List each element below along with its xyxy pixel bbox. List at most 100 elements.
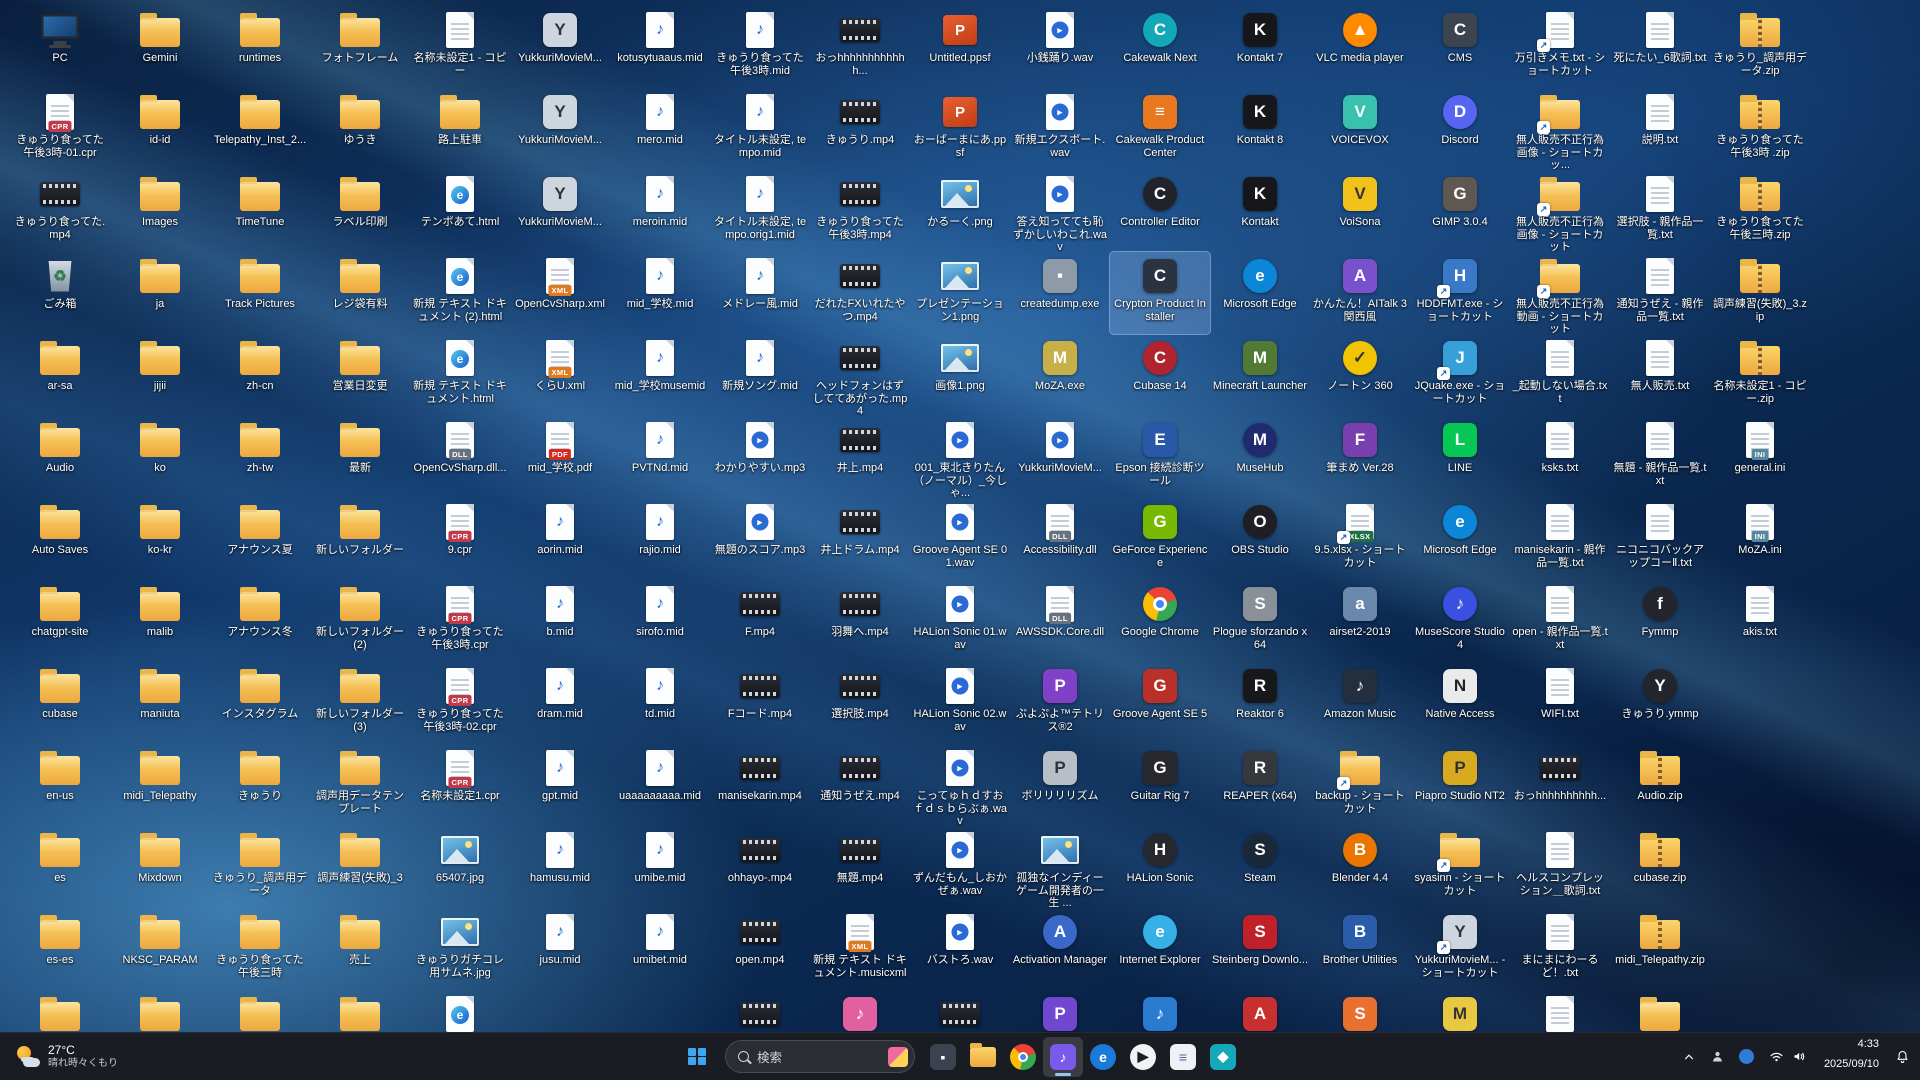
desktop-icon[interactable]: 新規エクスポート.wav <box>1010 88 1110 170</box>
desktop-icon[interactable]: jijii <box>110 334 210 416</box>
desktop-icon[interactable]: プレゼンテーション1.png <box>910 252 1010 334</box>
desktop-icon[interactable]: mero.mid <box>610 88 710 170</box>
desktop-icon[interactable]: 無題 - 親作品一覧.txt <box>1610 416 1710 498</box>
desktop-icon[interactable]: Y YukkuriMovieM... <box>510 170 610 252</box>
desktop-icon[interactable]: zh-cn <box>210 334 310 416</box>
desktop-icon[interactable]: runtimes <box>210 6 310 88</box>
desktop-icon[interactable]: HALion Sonic 01.wav <box>910 580 1010 662</box>
desktop-icon[interactable]: C CMS <box>1410 6 1510 88</box>
desktop-icon[interactable]: M Minecraft Launcher <box>1210 334 1310 416</box>
desktop-icon[interactable]: O OBS Studio <box>1210 498 1310 580</box>
desktop-icon[interactable]: Auto Saves <box>10 498 110 580</box>
desktop-icon[interactable]: ohhayo-.mp4 <box>710 826 810 908</box>
desktop-icon[interactable]: Fコード.mp4 <box>710 662 810 744</box>
desktop-icon[interactable]: 新しいフォルダー (3) <box>310 662 410 744</box>
desktop-icon[interactable]: ラベル印刷 <box>310 170 410 252</box>
desktop-icon[interactable]: 最新 <box>310 416 410 498</box>
desktop-icon[interactable]: きゅうり食ってた午後3時.mid <box>710 6 810 88</box>
desktop-icon[interactable]: en-us <box>10 744 110 826</box>
desktop-icon[interactable]: だれたFXいれたやつ.mp4 <box>810 252 910 334</box>
desktop-icon[interactable]: maniuta <box>110 662 210 744</box>
desktop-icon[interactable]: こってゅｈｄすおｆｄｓｂらぶぁ.wav <box>910 744 1010 826</box>
active-app-icon[interactable]: ♪ <box>1043 1036 1083 1077</box>
desktop-icon[interactable]: Untitled.ppsf <box>910 6 1010 88</box>
desktop-icon[interactable]: タイトル未設定, tempo.orig1.mid <box>710 170 810 252</box>
desktop-icon[interactable]: ksks.txt <box>1510 416 1610 498</box>
desktop-icon[interactable]: Gemini <box>110 6 210 88</box>
desktop-icon[interactable]: ごみ箱 <box>10 252 110 334</box>
desktop-icon[interactable]: おーばーまにあ.ppsf <box>910 88 1010 170</box>
desktop-icon[interactable]: td.mid <box>610 662 710 744</box>
hidden-icons-button[interactable] <box>1676 1037 1702 1077</box>
desktop-icon[interactable]: CPR 9.cpr <box>410 498 510 580</box>
desktop-icon[interactable]: manisekarin - 親作品一覧.txt <box>1510 498 1610 580</box>
desktop-icon[interactable]: メドレー風.mid <box>710 252 810 334</box>
desktop-icon[interactable]: K Kontakt 8 <box>1210 88 1310 170</box>
desktop-icon[interactable]: 通知うぜえ.mp4 <box>810 744 910 826</box>
desktop-icon[interactable]: DLL AWSSDK.Core.dll <box>1010 580 1110 662</box>
desktop-icon[interactable]: P Piapro Studio NT2 <box>1410 744 1510 826</box>
desktop-icon[interactable]: フォトフレーム <box>310 6 410 88</box>
desktop-icon[interactable]: きゅうり_調声用データ <box>210 826 310 908</box>
desktop-icon[interactable]: L LINE <box>1410 416 1510 498</box>
desktop-icon[interactable]: akis.txt <box>1710 580 1810 662</box>
desktop-icon[interactable]: open.mp4 <box>710 908 810 990</box>
desktop-icon[interactable]: S Plogue sforzando x64 <box>1210 580 1310 662</box>
desktop-icon[interactable]: おっhhhhhhhhhh... <box>1510 744 1610 826</box>
desktop-icon[interactable]: ニコニコバックアップコーⅡ.txt <box>1610 498 1710 580</box>
desktop-icon[interactable]: chatgpt-site <box>10 580 110 662</box>
desktop-icon[interactable]: cubase <box>10 662 110 744</box>
desktop-icon[interactable]: 調声練習(失敗)_3 <box>310 826 410 908</box>
desktop-icon[interactable]: open - 親作品一覧.txt <box>1510 580 1610 662</box>
desktop-icon[interactable]: midi_Telepathy.zip <box>1610 908 1710 990</box>
desktop-icon[interactable]: D Discord <box>1410 88 1510 170</box>
desktop-icon[interactable]: XLSX9.5.xlsx - ショートカット <box>1310 498 1410 580</box>
desktop-icon[interactable]: e Microsoft Edge <box>1410 498 1510 580</box>
desktop-icon[interactable]: きゅうり食ってた.mp4 <box>10 170 110 252</box>
desktop-icon[interactable]: CPR きゅうり食ってた午後3時-02.cpr <box>410 662 510 744</box>
desktop-icon[interactable]: es-es <box>10 908 110 990</box>
desktop-icon[interactable]: G GIMP 3.0.4 <box>1410 170 1510 252</box>
desktop-icon[interactable]: JJQuake.exe - ショートカット <box>1410 334 1510 416</box>
desktop-icon[interactable]: C Cubase 14 <box>1110 334 1210 416</box>
desktop-icon[interactable]: C Controller Editor <box>1110 170 1210 252</box>
notification-center-button[interactable] <box>1889 1037 1916 1077</box>
desktop-icon[interactable]: jusu.mid <box>510 908 610 990</box>
desktop-icon[interactable]: まにまにわーるど！.txt <box>1510 908 1610 990</box>
desktop-icon[interactable]: HALion Sonic 02.wav <box>910 662 1010 744</box>
desktop-icon[interactable]: 無人販売不正行為画像 - ショートカット <box>1510 170 1610 252</box>
desktop-icon[interactable]: きゅうりガチコレ用サムネ.jpg <box>410 908 510 990</box>
desktop-icon[interactable]: f Fymmp <box>1610 580 1710 662</box>
desktop-icon[interactable]: TimeTune <box>210 170 310 252</box>
desktop-icon[interactable]: レジ袋有料 <box>310 252 410 334</box>
desktop-icon[interactable]: manisekarin.mp4 <box>710 744 810 826</box>
desktop-icon[interactable]: ▲ VLC media player <box>1310 6 1410 88</box>
desktop-icon[interactable]: aorin.mid <box>510 498 610 580</box>
desktop-icon[interactable]: 無人販売不正行為動画 - ショートカット <box>1510 252 1610 334</box>
desktop-icon[interactable]: K Kontakt <box>1210 170 1310 252</box>
desktop-icon[interactable]: ko-kr <box>110 498 210 580</box>
desktop-icon[interactable]: Mixdown <box>110 826 210 908</box>
desktop-icon[interactable]: C Cakewalk Next <box>1110 6 1210 88</box>
desktop-icon[interactable]: V VOICEVOX <box>1310 88 1410 170</box>
desktop-icon[interactable]: 無題のスコア.mp3 <box>710 498 810 580</box>
desktop-icon[interactable]: id-id <box>110 88 210 170</box>
desktop-icon[interactable]: S Steam <box>1210 826 1310 908</box>
desktop-icon[interactable]: ♪ Amazon Music <box>1310 662 1410 744</box>
desktop-icon[interactable]: WIFI.txt <box>1510 662 1610 744</box>
desktop-icon[interactable]: syasinn - ショートカット <box>1410 826 1510 908</box>
desktop-icon[interactable]: 選択肢 - 親作品一覧.txt <box>1610 170 1710 252</box>
desktop-icon[interactable]: 小銭踊り.wav <box>1010 6 1110 88</box>
desktop-icon[interactable]: zh-tw <box>210 416 310 498</box>
desktop-icon[interactable]: b.mid <box>510 580 610 662</box>
desktop-icon[interactable]: ずんだもん_しおかぜぁ.wav <box>910 826 1010 908</box>
desktop-icon[interactable]: 001_東北きりたん（ノーマル）_今しゃ... <box>910 416 1010 498</box>
clock[interactable]: 4:33 2025/09/10 <box>1816 1037 1887 1077</box>
desktop-icon[interactable]: B Brother Utilities <box>1310 908 1410 990</box>
desktop-icon[interactable]: F 筆まめ Ver.28 <box>1310 416 1410 498</box>
desktop-icon[interactable]: ar-sa <box>10 334 110 416</box>
desktop-icon[interactable]: 新規 テキスト ドキュメント.html <box>410 334 510 416</box>
desktop-icon[interactable]: _起動しない場合.txt <box>1510 334 1610 416</box>
desktop-icon[interactable]: G Guitar Rig 7 <box>1110 744 1210 826</box>
desktop-icon[interactable]: XML OpenCvSharp.xml <box>510 252 610 334</box>
